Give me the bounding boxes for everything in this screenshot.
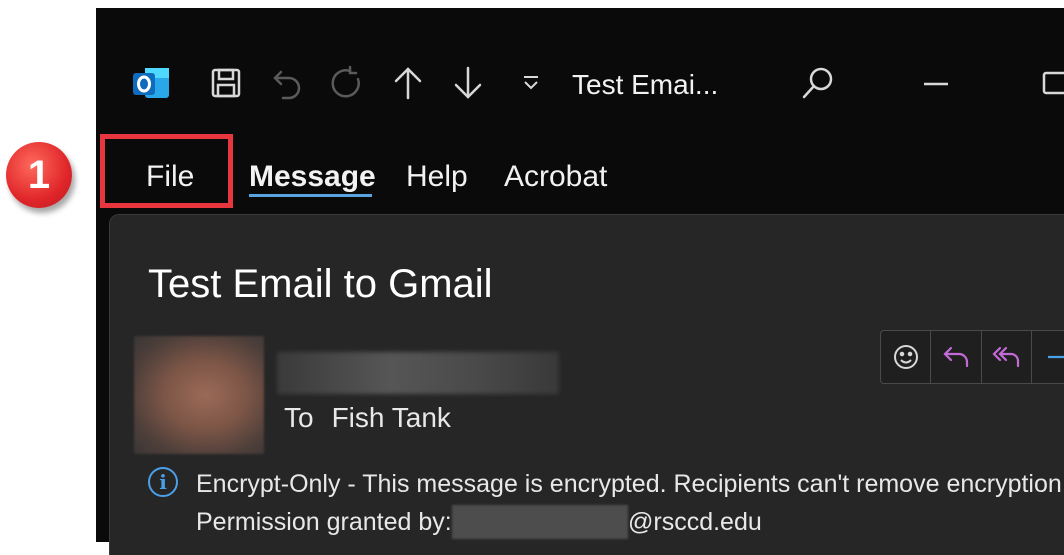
step-number-badge: 1: [6, 142, 72, 208]
reply-icon[interactable]: [931, 331, 982, 383]
sender-name-redacted: [277, 352, 559, 394]
permission-label: Permission granted by:: [196, 508, 452, 536]
to-label: To: [284, 402, 314, 433]
maximize-icon[interactable]: [1038, 66, 1064, 100]
customize-toolbar-icon[interactable]: [516, 66, 546, 100]
outlook-icon: [130, 66, 172, 100]
emoji-icon[interactable]: [881, 331, 932, 383]
permission-domain: @rsccd.edu: [628, 508, 762, 536]
avatar: [134, 336, 264, 454]
up-arrow-icon[interactable]: [388, 66, 428, 100]
window-title: Test Emai...: [572, 69, 719, 100]
permission-user-redacted: [452, 505, 628, 539]
search-icon[interactable]: [798, 66, 838, 100]
redo-icon[interactable]: [326, 65, 366, 100]
down-arrow-icon[interactable]: [448, 66, 488, 100]
tab-acrobat[interactable]: Acrobat: [504, 160, 607, 194]
minimize-icon[interactable]: [916, 66, 956, 100]
forward-icon[interactable]: [1032, 331, 1064, 383]
encryption-notice: Encrypt-Only - This message is encrypted…: [196, 470, 1064, 498]
recipient-name[interactable]: Fish Tank: [332, 402, 451, 433]
file-highlight-box: [100, 134, 233, 208]
info-icon: i: [148, 467, 178, 497]
active-tab-indicator: [249, 194, 372, 197]
message-actions: [880, 330, 1064, 384]
reply-all-icon[interactable]: [982, 331, 1032, 383]
save-icon[interactable]: [206, 66, 246, 100]
undo-icon[interactable]: [268, 66, 308, 100]
email-subject: Test Email to Gmail: [148, 262, 493, 306]
tab-help[interactable]: Help: [406, 160, 468, 194]
recipient-row: To Fish Tank: [284, 402, 469, 434]
title-bar: Test Emai...: [96, 48, 1064, 118]
tab-message[interactable]: Message: [249, 160, 376, 194]
